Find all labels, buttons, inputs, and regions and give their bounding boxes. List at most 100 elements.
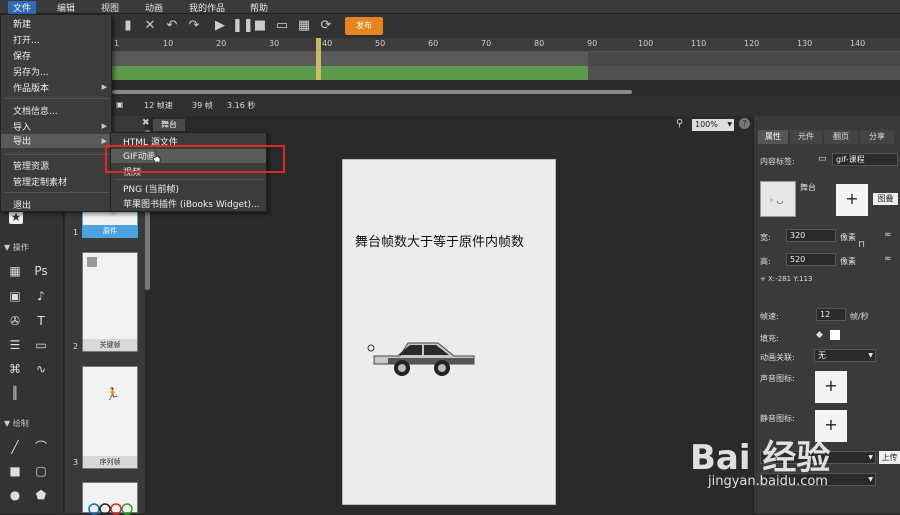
menu-item-save[interactable]: 保存 [13,49,31,62]
anim-link-select[interactable]: 无 ▼ [814,349,876,362]
tab-properties[interactable]: 属性 [758,130,788,144]
tab-share[interactable]: 分享 [860,130,894,144]
rect-icon[interactable]: ■ [8,464,22,478]
circle-icon[interactable]: ● [8,488,22,502]
share-icon[interactable]: ⟳ [318,18,334,34]
tab-stage[interactable]: 舞台 [153,119,185,131]
fill-label: 填充: [760,334,779,343]
close-icon[interactable]: ✖ [142,118,150,128]
chart-icon[interactable]: ∿ [34,362,48,376]
stage-text[interactable]: 舞台帧数大于等于原件内帧数 [355,231,524,250]
menu-item-manage-custom[interactable]: 管理定制素材 [13,175,67,188]
add-background-button[interactable]: + [836,184,868,216]
help-icon[interactable]: ? [739,118,750,129]
hand-cursor-icon [152,150,161,163]
search-icon[interactable]: ⚲ [676,118,683,129]
ruler-tick: 50 [375,39,386,48]
width-field[interactable]: 320 [786,229,836,242]
fill-color-swatch[interactable] [830,330,840,340]
pentagon-icon[interactable]: ⬟ [34,488,48,502]
ps-icon[interactable]: Ps [34,264,48,278]
chevron-right-icon: ▶ [101,137,107,145]
curve-icon[interactable]: ⌒ [34,440,48,454]
menu-file[interactable]: 文件 [8,1,37,14]
frame-label: 序列帧 [83,456,137,468]
redo-icon[interactable]: ↷ [186,18,202,34]
image-button[interactable]: 图叠 [873,193,898,205]
anim-link-label: 动画关联: [760,353,795,362]
link-icon[interactable]: ∞ [884,230,892,240]
menu-my-works[interactable]: 我的作品 [184,1,230,14]
height-field[interactable]: 520 [786,253,836,266]
link-icon[interactable]: ∞ [884,254,892,264]
barcode-icon[interactable]: ║ [8,386,22,400]
layer-icon[interactable]: ▣ [116,100,124,109]
menu-item-import[interactable]: 导入 [13,120,31,133]
menu-item-versions[interactable]: 作品版本 [13,81,49,94]
stage-thumbnail[interactable]: ◦ ◡ [760,181,796,217]
menu-item-export[interactable]: 导出 [1,134,111,148]
sound-icon[interactable]: ♪ [34,289,48,303]
highlight-box [105,145,285,173]
fps-field[interactable]: 12 [816,308,846,321]
upload-button[interactable]: 上传 [879,451,900,464]
playhead[interactable] [316,38,321,80]
image-icon[interactable]: ▣ [8,289,22,303]
zoom-select[interactable]: 100% ▼ [692,119,734,131]
menu-item-new[interactable]: 新建 [13,17,31,30]
pause-icon[interactable]: ❚❚ [232,18,254,34]
star-icon[interactable]: ★ [9,210,23,224]
text-icon[interactable]: T [34,314,48,328]
publish-button[interactable]: 发布 [345,17,383,35]
menu-item-manage-resources[interactable]: 管理资源 [13,159,49,172]
menu-divider [5,192,109,193]
timeline-track-1-frames[interactable] [112,52,588,66]
menu-view[interactable]: 视图 [96,1,124,14]
ruler-tick: 60 [428,39,439,48]
comment-icon[interactable]: ▭ [34,338,48,352]
timeline-scrollbar[interactable] [112,90,632,94]
section-draw: ▼ 绘制 [4,419,29,428]
line-icon[interactable]: ╱ [8,440,22,454]
play-icon[interactable]: ▶ [212,18,228,34]
code-icon[interactable]: ⌘ [8,362,22,376]
frame-thumbnail[interactable] [82,482,138,515]
close-icon[interactable]: ✕ [142,18,158,34]
menu-item-export-png[interactable]: PNG (当前帧) [123,182,179,195]
menu-item-save-as[interactable]: 另存为... [13,65,49,78]
undo-icon[interactable]: ↶ [164,18,180,34]
ruler-tick: 90 [587,39,598,48]
film-icon[interactable]: ✇ [8,314,22,328]
add-sound-icon-button[interactable]: + [815,371,847,403]
tab-pages[interactable]: 翻页 [824,130,858,144]
chevron-down-icon: ▼ [868,352,873,359]
sound-icon-label: 声音图标: [760,374,795,383]
lock-icon[interactable]: ⊓ [858,240,865,250]
rounded-rect-icon[interactable]: ▢ [34,464,48,478]
frame-thumbnail[interactable]: 原件 [82,208,138,238]
menu-animation[interactable]: 动画 [140,1,168,14]
timeline-track-2-frames[interactable] [112,66,588,80]
list-icon[interactable]: ☰ [8,338,22,352]
menu-item-open[interactable]: 打开... [13,33,40,46]
frame-thumbnail[interactable]: 关键帧 [82,252,138,352]
stop-icon[interactable]: ■ [252,18,268,34]
qrcode-icon[interactable]: ▦ [296,18,312,34]
menu-edit[interactable]: 编辑 [52,1,80,14]
menu-help[interactable]: 帮助 [245,1,273,14]
menu-item-export-ibooks[interactable]: 苹果图书插件 (iBooks Widget)... [123,197,260,210]
stage-canvas[interactable] [342,159,556,505]
tab-symbols[interactable]: 元件 [790,130,822,144]
ruler-tick: 30 [269,39,280,48]
menu-item-exit[interactable]: 退出 [13,198,31,211]
preview-icon[interactable]: ▭ [274,18,290,34]
delete-icon[interactable]: ▮ [120,18,136,34]
baidu-watermark-logo: Bai 经验 [690,438,831,478]
menu-item-doc-info[interactable]: 文档信息... [13,104,58,117]
timeline-ruler[interactable]: 1 10 20 30 40 50 60 70 80 90 100 110 120… [112,38,900,52]
frame-thumbnail[interactable]: 🏃 序列帧 [82,366,138,469]
paint-bucket-icon[interactable]: ◆ [816,330,823,340]
content-label-field[interactable]: gif-课程 [832,153,898,166]
car-icon[interactable] [366,338,476,380]
grid-icon[interactable]: ▦ [8,264,22,278]
